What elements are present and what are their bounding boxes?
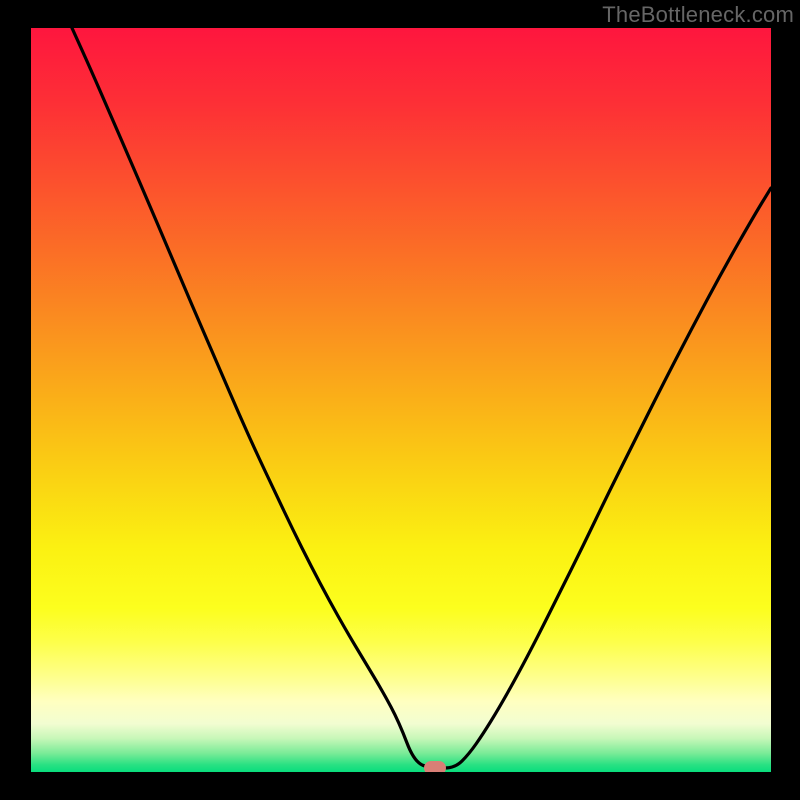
plot-area [31,28,771,772]
bottleneck-curve [31,28,771,772]
watermark-text: TheBottleneck.com [602,2,794,28]
optimal-marker [424,761,446,772]
chart-container: TheBottleneck.com [0,0,800,800]
